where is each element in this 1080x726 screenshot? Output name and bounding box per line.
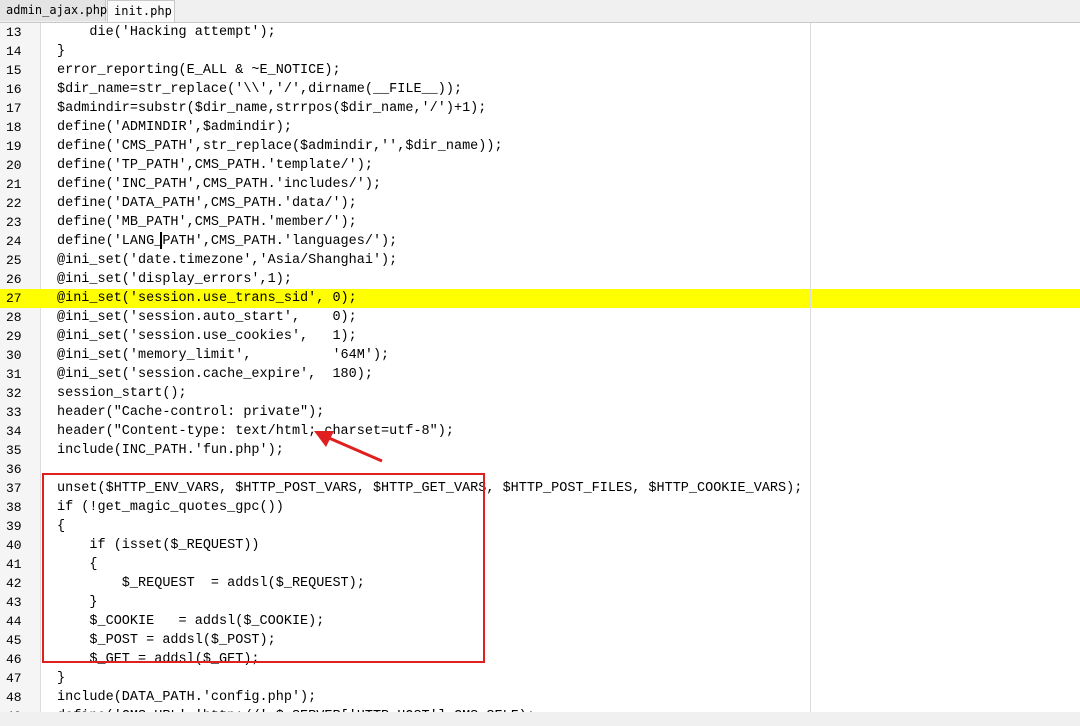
code-line[interactable]: 21 define('INC_PATH',CMS_PATH.'includes/'… — [0, 175, 1080, 194]
code-text: define('INC_PATH',CMS_PATH.'includes/'); — [57, 177, 382, 192]
code-line[interactable]: 30 @ini_set('memory_limit', '64M'); — [0, 346, 1080, 365]
line-number: 30 — [6, 348, 22, 363]
code-text: $dir_name=str_replace('\\','/',dirname(_… — [57, 82, 463, 97]
line-number: 17 — [6, 101, 22, 116]
code-text: @ini_set('session.use_trans_sid', 0); — [57, 291, 357, 306]
line-number: 18 — [6, 120, 22, 135]
code-text: include(INC_PATH.'fun.php'); — [57, 443, 284, 458]
line-number: 36 — [6, 462, 22, 477]
line-number: 13 — [6, 25, 22, 40]
code-line[interactable]: 33 header("Cache-control: private"); — [0, 403, 1080, 422]
code-line[interactable]: 19 define('CMS_PATH',str_replace($admindi… — [0, 137, 1080, 156]
right-margin-guide — [810, 23, 811, 726]
line-number: 25 — [6, 253, 22, 268]
code-text: include(DATA_PATH.'config.php'); — [57, 690, 317, 705]
code-text: @ini_set('display_errors',1); — [57, 272, 292, 287]
annotation-arrow-icon — [314, 431, 383, 463]
code-text: @ini_set('session.cache_expire', 180); — [57, 367, 373, 382]
line-number: 14 — [6, 44, 22, 59]
code-text: @ini_set('memory_limit', '64M'); — [57, 348, 390, 363]
line-number: 28 — [6, 310, 22, 325]
line-number: 46 — [6, 652, 22, 667]
line-number: 43 — [6, 595, 22, 610]
line-number: 42 — [6, 576, 22, 591]
code-line[interactable]: 22 define('DATA_PATH',CMS_PATH.'data/'); — [0, 194, 1080, 213]
line-number: 20 — [6, 158, 22, 173]
line-number: 45 — [6, 633, 22, 648]
code-line[interactable]: 47} — [0, 669, 1080, 688]
file-tab-bar: admin_ajax.php init.php — [0, 0, 1080, 23]
line-number: 29 — [6, 329, 22, 344]
code-text: define('TP_PATH',CMS_PATH.'template/'); — [57, 158, 373, 173]
line-number: 32 — [6, 386, 22, 401]
line-number: 44 — [6, 614, 22, 629]
annotation-box — [42, 473, 485, 663]
code-text: define('MB_PATH',CMS_PATH.'member/'); — [57, 215, 357, 230]
code-line[interactable]: 32 session_start(); — [0, 384, 1080, 403]
code-text: define('LANG_PATH',CMS_PATH.'languages/'… — [57, 234, 398, 249]
code-line[interactable]: 15 error_reporting(E_ALL & ~E_NOTICE); — [0, 61, 1080, 80]
code-text: define('ADMINDIR',$admindir); — [57, 120, 292, 135]
line-number: 38 — [6, 500, 22, 515]
line-number: 39 — [6, 519, 22, 534]
code-line[interactable]: 26 @ini_set('display_errors',1); — [0, 270, 1080, 289]
code-text: @ini_set('date.timezone','Asia/Shanghai'… — [57, 253, 398, 268]
code-line[interactable]: 18 define('ADMINDIR',$admindir); — [0, 118, 1080, 137]
line-number: 31 — [6, 367, 22, 382]
line-number: 35 — [6, 443, 22, 458]
code-line[interactable]: 35 include(INC_PATH.'fun.php'); — [0, 441, 1080, 460]
line-number: 27 — [6, 291, 22, 306]
line-number: 22 — [6, 196, 22, 211]
line-number: 37 — [6, 481, 22, 496]
code-line[interactable]: 16 $dir_name=str_replace('\\','/',dirname… — [0, 80, 1080, 99]
code-line[interactable]: 20 define('TP_PATH',CMS_PATH.'template/')… — [0, 156, 1080, 175]
horizontal-scrollbar[interactable] — [0, 712, 1080, 726]
line-number: 16 — [6, 82, 22, 97]
code-text: error_reporting(E_ALL & ~E_NOTICE); — [57, 63, 341, 78]
line-number: 15 — [6, 63, 22, 78]
line-number: 19 — [6, 139, 22, 154]
code-text: $admindir=substr($dir_name,strrpos($dir_… — [57, 101, 487, 116]
tab-admin-ajax[interactable]: admin_ajax.php — [0, 0, 107, 21]
line-number: 34 — [6, 424, 22, 439]
code-text: } — [57, 671, 66, 686]
line-number: 26 — [6, 272, 22, 287]
code-text: } — [57, 44, 66, 59]
code-line[interactable]: 13 die('Hacking attempt'); — [0, 23, 1080, 42]
line-number: 48 — [6, 690, 22, 705]
code-text: header("Cache-control: private"); — [57, 405, 325, 420]
line-number: 21 — [6, 177, 22, 192]
code-line[interactable]: 23 define('MB_PATH',CMS_PATH.'member/'); — [0, 213, 1080, 232]
line-number: 33 — [6, 405, 22, 420]
line-number: 40 — [6, 538, 22, 553]
line-number: 41 — [6, 557, 22, 572]
code-text: @ini_set('session.use_cookies', 1); — [57, 329, 357, 344]
text-cursor — [160, 232, 162, 249]
line-number: 23 — [6, 215, 22, 230]
code-text: define('DATA_PATH',CMS_PATH.'data/'); — [57, 196, 357, 211]
code-text: session_start(); — [57, 386, 187, 401]
code-line[interactable]: 34 header("Content-type: text/html; chars… — [0, 422, 1080, 441]
code-line[interactable]: 29 @ini_set('session.use_cookies', 1); — [0, 327, 1080, 346]
code-text: @ini_set('session.auto_start', 0); — [57, 310, 357, 325]
code-text: die('Hacking attempt'); — [57, 25, 276, 40]
line-number: 24 — [6, 234, 22, 249]
code-line[interactable]: 31 @ini_set('session.cache_expire', 180); — [0, 365, 1080, 384]
code-line[interactable]: 28 @ini_set('session.auto_start', 0); — [0, 308, 1080, 327]
code-line[interactable]: 14} — [0, 42, 1080, 61]
tab-init[interactable]: init.php — [107, 0, 175, 22]
line-number: 47 — [6, 671, 22, 686]
code-line[interactable]: 17 $admindir=substr($dir_name,strrpos($di… — [0, 99, 1080, 118]
code-line[interactable]: 48 include(DATA_PATH.'config.php'); — [0, 688, 1080, 707]
code-line[interactable]: 24 define('LANG_PATH',CMS_PATH.'languages… — [0, 232, 1080, 251]
code-line[interactable]: 27 @ini_set('session.use_trans_sid', 0); — [0, 289, 1080, 308]
code-line[interactable]: 25 @ini_set('date.timezone','Asia/Shangha… — [0, 251, 1080, 270]
code-text: define('CMS_PATH',str_replace($admindir,… — [57, 139, 503, 154]
